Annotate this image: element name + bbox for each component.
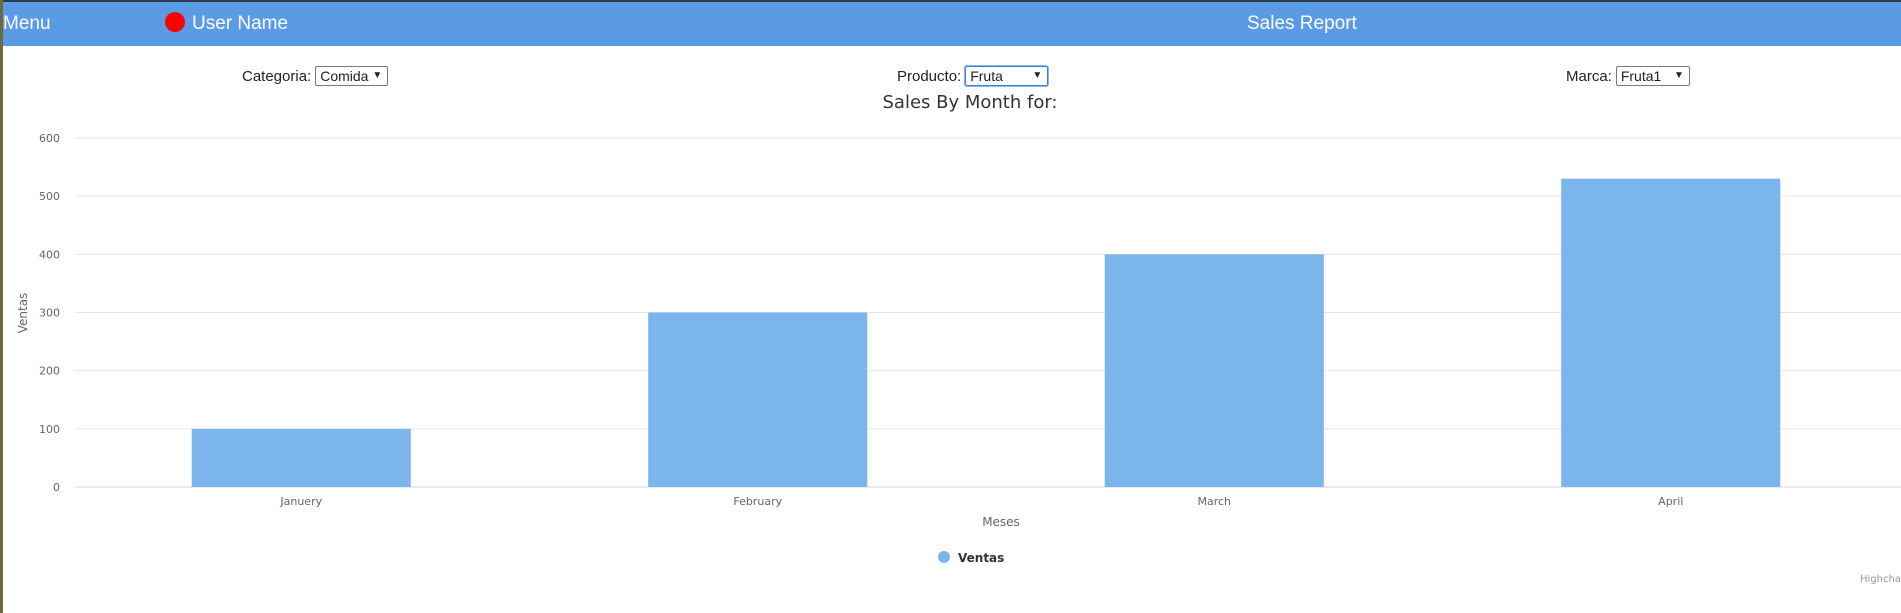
y-tick-label: 100 [39,423,60,436]
bar-february[interactable] [648,312,868,488]
bar-march[interactable] [1104,254,1324,487]
x-tick-label: April [1658,495,1683,508]
y-tick-label: 200 [39,365,60,378]
x-tick-label: February [733,495,782,508]
y-tick-label: 500 [39,190,60,203]
legend-item-ventas[interactable]: Ventas [958,551,1004,565]
bar-januery[interactable] [191,428,411,487]
bar-april[interactable] [1561,178,1781,487]
y-axis-title: Ventas [16,293,30,334]
x-axis-title: Meses [982,515,1020,529]
y-tick-label: 300 [39,307,60,320]
y-tick-label: 400 [39,248,60,261]
x-tick-label: March [1197,495,1231,508]
x-tick-label: Januery [279,495,322,508]
chart-credits[interactable]: Highchar [1860,574,1901,585]
y-tick-label: 0 [53,481,60,494]
y-tick-label: 600 [39,132,60,145]
legend-marker-icon[interactable] [938,551,950,563]
sales-bar-chart: 0 100 200 300 400 500 600 Januery February March A… [16,132,1901,565]
